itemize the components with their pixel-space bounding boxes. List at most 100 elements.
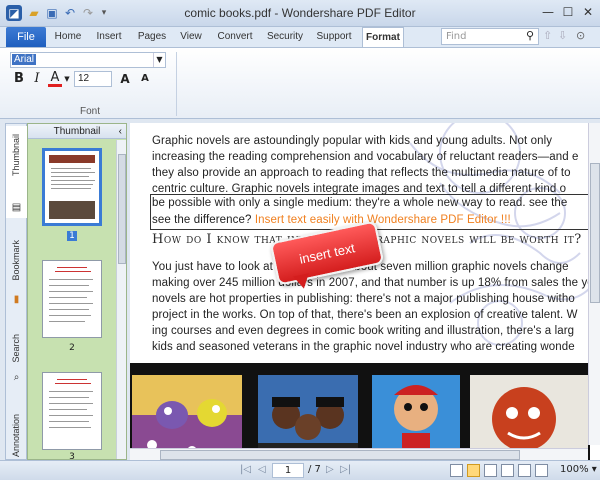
tab-support[interactable]: Support: [312, 27, 356, 47]
comic-image-strip: [130, 363, 590, 460]
page-thumbnail[interactable]: [42, 372, 102, 450]
sidebar-tab-thumbnail[interactable]: Thumbnail ▤: [6, 126, 28, 218]
thumbnail-text-line: [49, 391, 93, 392]
tab-format[interactable]: Format: [362, 27, 404, 48]
sidebar-tabs: Thumbnail ▤ Bookmark ▮ Search ⌕ Annotati…: [5, 123, 28, 460]
inserted-text[interactable]: Insert text easily with Wondershare PDF …: [255, 214, 511, 226]
thumbnail-scrollbar[interactable]: [116, 140, 126, 459]
document-text-line: making over 245 million dollars in 2007,…: [152, 277, 600, 289]
scrollbar-thumb[interactable]: [160, 450, 520, 460]
shrink-font-button[interactable]: A: [138, 70, 152, 88]
page-thumbnail[interactable]: [42, 148, 102, 226]
font-size-select[interactable]: 12: [74, 71, 112, 87]
bookmark-icon: ▮: [13, 294, 20, 305]
thumbnail-text-line: [51, 184, 93, 185]
sidebar-tab-label: Thumbnail: [11, 134, 21, 177]
tab-security[interactable]: Security: [263, 27, 307, 47]
scrollbar-thumb[interactable]: [118, 154, 126, 264]
thumbnail-text-line: [49, 403, 93, 404]
thumbnail-text-line: [55, 383, 91, 384]
thumbnail-text-line: [49, 427, 91, 428]
bold-button[interactable]: B: [12, 70, 26, 88]
page-total: / 7: [308, 464, 321, 475]
tab-pages[interactable]: Pages: [133, 27, 171, 47]
maximize-button[interactable]: ☐: [558, 4, 578, 20]
first-page-icon[interactable]: |◁: [240, 464, 251, 475]
search-input[interactable]: Find: [441, 28, 539, 45]
search-prev-icon[interactable]: ⇧: [543, 29, 552, 42]
thumbnail-page-number: 2: [69, 343, 75, 353]
fit-width-icon[interactable]: [518, 464, 531, 477]
file-menu-button[interactable]: File: [6, 27, 46, 47]
thumbnail-text-line: [49, 303, 93, 304]
zoom-level[interactable]: 100% ▾: [560, 464, 597, 475]
previous-page-icon[interactable]: ◁: [258, 464, 266, 475]
help-icon[interactable]: ⊙: [576, 29, 585, 42]
thumbnail-text-line: [49, 421, 89, 422]
italic-button[interactable]: I: [30, 70, 44, 88]
facing-view-icon[interactable]: [484, 464, 497, 477]
tab-view[interactable]: View: [175, 27, 207, 47]
thumbnail-image-strip: [49, 155, 95, 163]
last-page-icon[interactable]: ▷|: [340, 464, 351, 475]
single-page-view-icon[interactable]: [450, 464, 463, 477]
document-horizontal-scrollbar[interactable]: [130, 448, 588, 460]
thumbnail-text-line: [51, 180, 95, 181]
continuous-facing-view-icon[interactable]: [501, 464, 514, 477]
sidebar-tab-label: Bookmark: [11, 240, 21, 281]
thumbnail-image-strip: [49, 201, 95, 219]
thumbnail-text-line: [49, 291, 93, 292]
document-text-fragment: see the difference?: [152, 214, 255, 226]
close-button[interactable]: ✕: [578, 4, 598, 20]
chevron-down-icon[interactable]: ▼: [153, 53, 165, 67]
grow-font-button[interactable]: A: [118, 70, 132, 88]
document-text-line: ing courses and even degrees in comic bo…: [152, 325, 575, 337]
thumbnail-text-line: [55, 271, 91, 272]
document-text-line: they also provide an approach to reading…: [152, 167, 571, 179]
font-name-select[interactable]: Arial ▼: [10, 52, 166, 68]
page-thumbnail[interactable]: [42, 260, 102, 338]
thumbnail-text-line: [49, 315, 91, 316]
minimize-button[interactable]: —: [538, 4, 558, 20]
ribbon-divider: [176, 52, 177, 116]
sidebar-tab-annotation[interactable]: Annotation: [6, 410, 28, 460]
document-text-line: see the difference? Insert text easily w…: [152, 214, 511, 226]
callout-text: insert text: [297, 240, 357, 267]
ribbon-format: Arial ▼ B I A ▼ 12 A A Font: [0, 47, 600, 119]
page-number-input[interactable]: 1: [272, 463, 304, 478]
tab-convert[interactable]: Convert: [213, 27, 257, 47]
thumbnail-text-line: [57, 379, 87, 380]
document-vertical-scrollbar[interactable]: [588, 123, 600, 445]
thumbnail-text-line: [49, 409, 87, 410]
thumbnail-icon: ▤: [11, 202, 22, 213]
next-page-icon[interactable]: ▷: [326, 464, 334, 475]
thumbnail-text-line: [57, 267, 87, 268]
font-color-button[interactable]: A: [48, 70, 62, 87]
thumbnail-panel: Thumbnail ‹ 1 2 3: [27, 123, 127, 462]
document-text-line: novels are hot properties in publishing:…: [152, 293, 575, 305]
window-title: comic books.pdf - Wondershare PDF Editor: [184, 6, 416, 20]
thumbnail-text-line: [49, 297, 87, 298]
document-view[interactable]: Graphic novels are astoundingly popular …: [130, 123, 600, 460]
tab-home[interactable]: Home: [50, 27, 86, 47]
search-icon[interactable]: ⚲: [526, 29, 534, 42]
sidebar-tab-search[interactable]: Search ⌕: [6, 330, 28, 390]
thumbnail-text-line: [51, 172, 95, 173]
tab-insert[interactable]: Insert: [90, 27, 128, 47]
font-color-dropdown-icon[interactable]: ▼: [63, 70, 71, 88]
document-text-line: project in the works. On top of that, th…: [152, 309, 578, 321]
title-bar: ◪ ▰ ▣ ↶ ↷ ▾ comic books.pdf - Wondershar…: [0, 0, 600, 27]
thumbnail-text-line: [49, 415, 93, 416]
sidebar-tab-label: Search: [11, 334, 21, 363]
continuous-view-icon[interactable]: [467, 464, 480, 477]
document-text-line: kids and seasoned veterans in the graphi…: [152, 341, 575, 353]
menu-bar: File Home Insert Pages View Convert Secu…: [0, 27, 600, 48]
ribbon-group-label: Font: [80, 106, 101, 117]
collapse-panel-icon[interactable]: ‹: [119, 124, 122, 139]
font-name-value: Arial: [12, 54, 37, 65]
fit-page-icon[interactable]: [535, 464, 548, 477]
scrollbar-thumb[interactable]: [590, 163, 600, 303]
document-text-line: Graphic novels are astoundingly popular …: [152, 135, 553, 147]
search-next-icon[interactable]: ⇩: [558, 29, 567, 42]
sidebar-tab-bookmark[interactable]: Bookmark ▮: [6, 236, 28, 316]
